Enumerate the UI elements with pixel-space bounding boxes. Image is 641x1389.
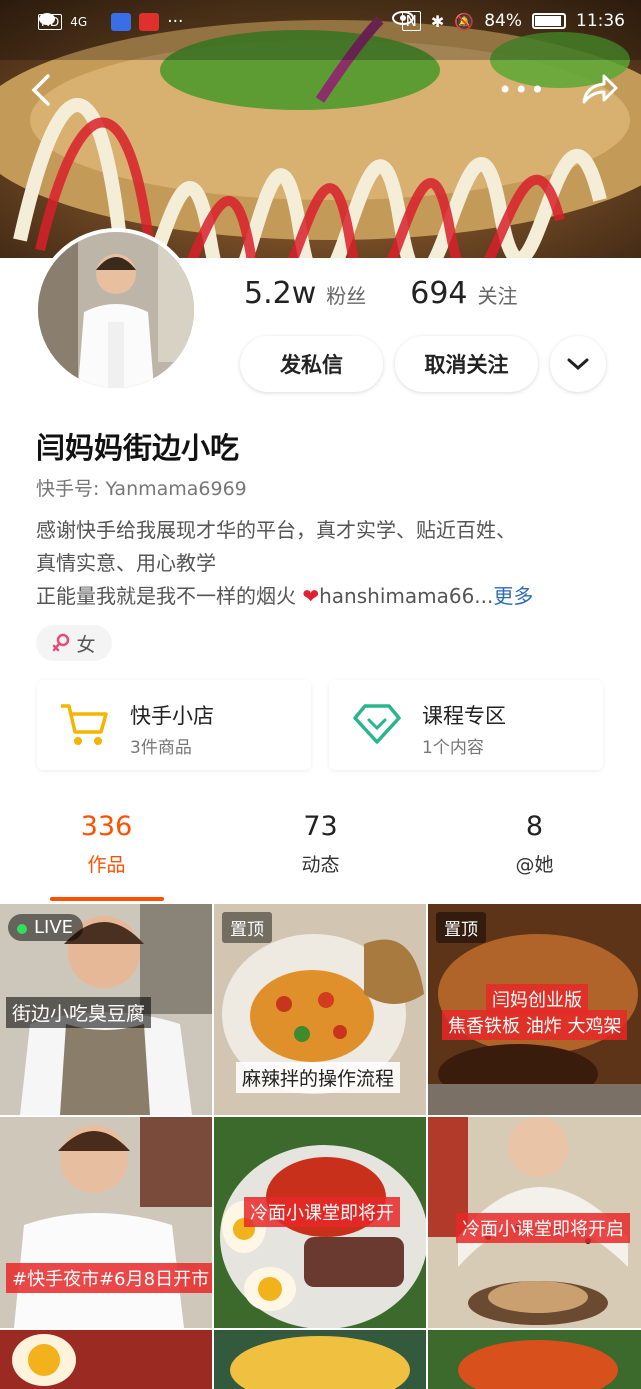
course-card[interactable]: 课程专区 1个内容 [329,680,603,770]
followers-count[interactable]: 5.2w [244,276,316,311]
video-thumbnail [0,1330,212,1389]
shop-card[interactable]: 快手小店 3件商品 [37,680,311,770]
video-thumbnail [428,1330,641,1389]
video-grid: LIVE 街边小吃臭豆腐 置顶 麻辣拌的操作流程 置顶 闫妈创业版 焦香铁板 油… [0,904,641,1389]
bio-text: 正能量我就是我不一样的烟火 [36,584,303,608]
gender-label: 女 [76,633,96,656]
bio-line-2: 真情实意、用心教学 [36,551,216,575]
diamond-icon [351,702,403,750]
shop-card-title: 快手小店 [130,704,214,728]
course-card-title: 课程专区 [422,704,506,728]
pinned-badge: 置顶 [436,912,486,943]
tab-works-count: 336 [80,811,133,842]
profile-name: 闫妈妈街边小吃 [36,431,240,465]
pinned-badge: 置顶 [222,912,272,943]
mute-bell-icon: 🔕 [454,11,475,31]
video-thumbnail [214,1330,426,1389]
stats-row: 5.2w 粉丝 694 关注 [244,276,518,311]
tab-moments-count: 73 [303,811,338,842]
tab-moments-label: 动态 [301,854,340,876]
tab-mentions-label: @她 [515,854,554,876]
battery-icon [532,13,566,29]
more-options-button[interactable]: ••• [498,70,544,110]
video-caption-sub: 焦香铁板 油炸 大鸡架 [442,1010,628,1040]
unfollow-button[interactable]: 取消关注 [395,336,538,392]
active-tab-indicator [50,897,164,901]
status-right-icons: N ✱ 🔕 84% 11:36 [391,11,625,31]
video-caption: 街边小吃臭豆腐 [6,997,152,1028]
tab-moments[interactable]: 73 动态 [214,810,427,877]
video-caption: 冷面小课堂即将开 [244,1197,400,1227]
avatar[interactable] [34,228,198,392]
profile-bio: 感谢快手给我展现才华的平台，真才实学、贴近百姓、 真情实意、用心教学 正能量我就… [36,514,616,613]
video-tile-9[interactable] [428,1330,641,1389]
following-label[interactable]: 关注 [478,280,518,309]
video-tile-8[interactable] [214,1330,426,1389]
cover-photo: HD 4G ··· N ✱ 🔕 84% [0,0,641,258]
share-icon[interactable] [578,70,622,110]
heart-icon: ❤ [302,584,320,608]
live-badge: LIVE [8,914,84,941]
message-button[interactable]: 发私信 [240,336,383,392]
course-card-sub: 1个内容 [422,738,484,758]
tab-works-label: 作品 [87,854,126,876]
shop-card-sub: 3件商品 [130,738,192,758]
video-caption: 冷面小课堂即将开启 [456,1213,630,1243]
female-icon [53,633,70,652]
app-icon [139,13,160,31]
video-tile-3[interactable]: 置顶 闫妈创业版 焦香铁板 油炸 大鸡架 [428,904,641,1115]
bio-more-link[interactable]: 更多 [493,584,533,608]
top-nav: ••• [0,60,641,120]
followers-label[interactable]: 粉丝 [326,280,366,309]
more-dots-icon: ··· [167,12,184,32]
video-tile-1[interactable]: LIVE 街边小吃臭豆腐 [0,904,212,1115]
video-tile-6[interactable]: 冷面小课堂即将开启 [428,1117,641,1328]
bluetooth-icon: ✱ [430,11,445,31]
status-left-icons: HD 4G ··· [38,12,183,32]
video-tile-4[interactable]: #快手夜市#6月8日开市 [0,1117,212,1328]
kuaishou-id[interactable]: 快手号: Yanmama6969 [36,474,247,501]
bio-handle: hanshimama66... [319,584,494,608]
video-caption: #快手夜市#6月8日开市 [6,1263,212,1293]
bio-line-3: 正能量我就是我不一样的烟火 ❤hanshimama66...更多 [36,580,616,613]
4g-signal-icon: 4G [70,15,88,29]
status-bar: HD 4G ··· N ✱ 🔕 84% [0,0,641,44]
chevron-left-icon[interactable] [26,70,66,110]
video-tile-5[interactable]: 冷面小课堂即将开 [214,1117,426,1328]
avatar-photo [38,232,194,388]
app-icon [111,13,132,31]
video-caption: 麻辣拌的操作流程 [236,1062,401,1093]
tab-mentions[interactable]: 8 @她 [428,810,641,877]
video-tile-2[interactable]: 置顶 麻辣拌的操作流程 [214,904,426,1115]
tab-works[interactable]: 336 作品 [0,810,213,877]
chevron-down-icon[interactable] [550,336,606,392]
battery-percent: 84% [484,11,522,31]
cart-icon [59,702,109,752]
bio-line-1: 感谢快手给我展现才华的平台，真才实学、贴近百姓、 [36,518,516,542]
gender-badge: 女 [36,625,112,661]
tab-mentions-count: 8 [525,811,544,842]
content-tabs: 336 作品 73 动态 8 @她 [0,810,641,901]
following-count[interactable]: 694 [410,276,467,311]
profile-page: HD 4G ··· N ✱ 🔕 84% [0,0,641,1389]
video-thumbnail [0,1117,212,1328]
clock-time: 11:36 [576,11,625,31]
video-tile-7[interactable] [0,1330,212,1389]
